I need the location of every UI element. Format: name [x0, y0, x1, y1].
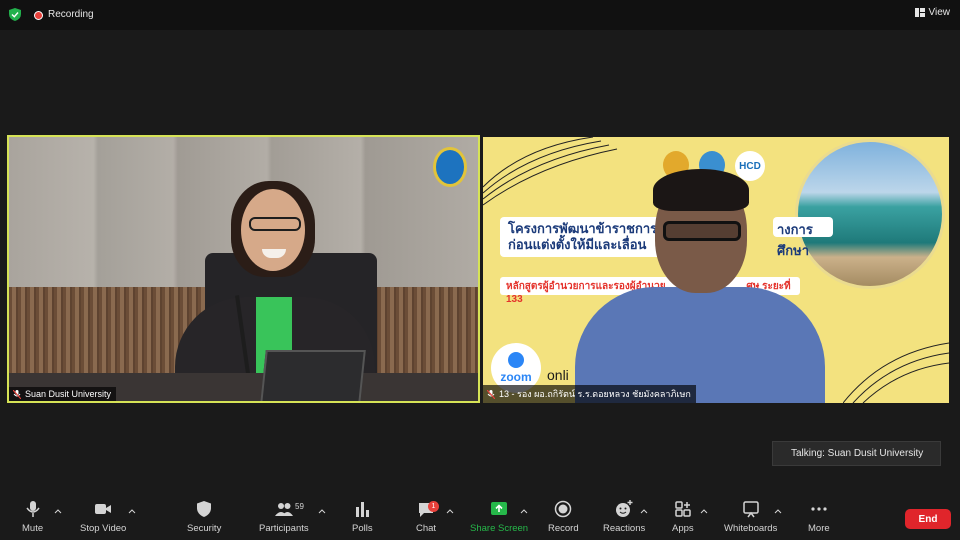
more-dots-icon: [811, 507, 827, 511]
campus-photo: [795, 139, 945, 289]
polls-label: Polls: [352, 523, 373, 534]
whiteboards-label: Whiteboards: [724, 523, 778, 534]
chevron-up-icon[interactable]: [54, 508, 62, 514]
slide-title-end: างการศึกษา: [773, 217, 833, 258]
participant-name: 13 - รอง ผอ.ถกิรัตน์ ร.ร.ดอยหลวง ชัยมังค…: [499, 389, 691, 399]
video-tile-suan-dusit[interactable]: Suan Dusit University: [7, 135, 480, 403]
share-screen-label: Share Screen: [470, 523, 529, 534]
chevron-up-icon[interactable]: [774, 508, 782, 514]
shield-icon[interactable]: [9, 8, 21, 21]
decorative-swirl: [483, 137, 618, 206]
stop-video-button[interactable]: Stop Video: [80, 500, 126, 534]
chevron-up-icon[interactable]: [128, 508, 136, 514]
participants-icon: [274, 503, 293, 516]
security-button[interactable]: Security: [187, 500, 221, 534]
chevron-up-icon[interactable]: [520, 508, 528, 514]
shield-icon: [197, 501, 212, 517]
zoom-camera-icon: [508, 352, 524, 368]
polls-icon: [356, 502, 370, 517]
chat-label: Chat: [416, 523, 437, 534]
mute-label: Mute: [22, 523, 44, 534]
share-screen-button[interactable]: Share Screen: [470, 500, 528, 534]
chat-unread-badge: 1: [428, 501, 439, 512]
whiteboards-button[interactable]: Whiteboards: [724, 500, 777, 534]
polls-button[interactable]: Polls: [352, 500, 373, 534]
record-button[interactable]: Record: [548, 500, 579, 534]
zoom-logo-text: zoom: [500, 370, 532, 384]
emoji-plus-icon: [616, 500, 633, 517]
chevron-up-icon[interactable]: [640, 508, 648, 514]
chevron-up-icon[interactable]: [318, 508, 326, 514]
microphone-icon: [25, 501, 40, 517]
tablet: [260, 350, 366, 401]
recording-label[interactable]: Recording: [48, 9, 94, 20]
talking-indicator: Talking: Suan Dusit University: [772, 441, 941, 466]
decorative-swirl-bottom: [843, 342, 949, 403]
reactions-button[interactable]: Reactions: [603, 500, 645, 534]
grid-view-icon: [914, 8, 925, 17]
participants-count: 59: [295, 502, 304, 511]
record-icon: [555, 500, 572, 518]
whiteboard-icon: [742, 501, 759, 518]
more-button[interactable]: More: [808, 500, 830, 534]
end-meeting-button[interactable]: End: [905, 509, 951, 529]
participant-name-tag: Suan Dusit University: [9, 387, 117, 401]
stop-video-label: Stop Video: [80, 523, 127, 534]
participant-name: Suan Dusit University: [25, 389, 112, 399]
online-text: onli: [547, 367, 569, 383]
university-seal-icon: [433, 147, 467, 187]
video-camera-icon: [95, 504, 112, 514]
chevron-up-icon[interactable]: [700, 508, 708, 514]
record-label: Record: [548, 523, 579, 534]
mute-button[interactable]: Mute: [22, 500, 43, 534]
apps-button[interactable]: Apps: [672, 500, 694, 534]
apps-label: Apps: [672, 523, 694, 534]
presenter-hair: [653, 169, 749, 211]
participants-label: Participants: [259, 523, 309, 534]
presenter-glasses: [663, 221, 741, 241]
meeting-toolbar: Mute Stop Video Security Participants 59: [0, 496, 960, 540]
top-bar: Recording View: [0, 0, 960, 30]
share-screen-icon: [491, 502, 508, 515]
apps-icon: [675, 501, 691, 517]
video-tile-presenter[interactable]: HCD โครงการพัฒนาข้าราชการ ก่อนแต่งตั้งให…: [483, 137, 949, 403]
recording-dot-icon: [34, 11, 43, 20]
security-label: Security: [187, 523, 222, 534]
chevron-up-icon[interactable]: [446, 508, 454, 514]
reactions-label: Reactions: [603, 523, 646, 534]
view-button[interactable]: View: [914, 7, 951, 18]
participant-name-tag: 13 - รอง ผอ.ถกิรัตน์ ร.ร.ดอยหลวง ชัยมังค…: [483, 385, 696, 403]
speaker-glasses: [249, 217, 301, 231]
mic-muted-icon: [487, 389, 495, 399]
view-label: View: [928, 7, 951, 18]
more-label: More: [808, 523, 830, 534]
mic-muted-icon: [13, 389, 21, 399]
